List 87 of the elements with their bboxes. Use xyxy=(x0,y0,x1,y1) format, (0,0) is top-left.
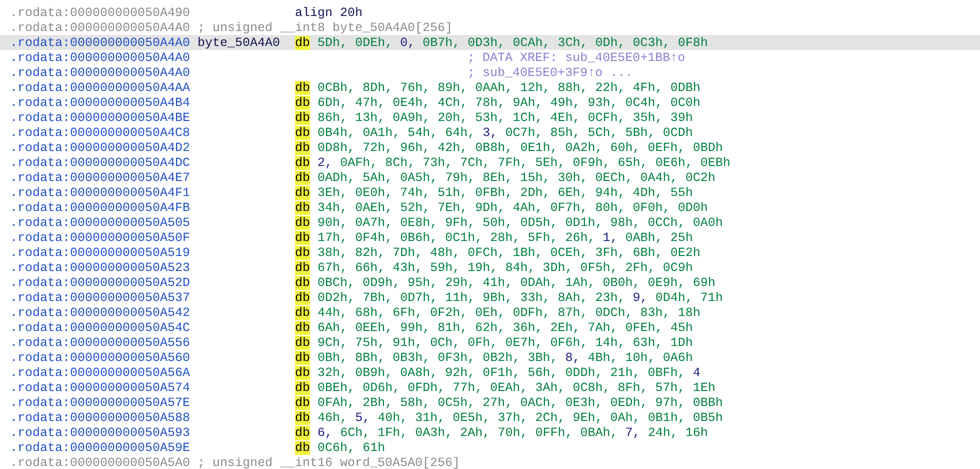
db-directive: db xyxy=(295,426,310,440)
db-directive: db xyxy=(295,246,310,260)
address-text: .rodata:000000000050A4FB xyxy=(10,200,190,214)
byte-values: 6Ah, 0EEh, 99h, 81h, 62h, 36h, 2Eh, 7Ah, 0FEh, 45h xyxy=(318,320,693,334)
byte-values: 44h, 68h, 6Fh, 0F2h, 0Eh, 0DFh, 87h, 0DCh, 83h, 18h xyxy=(318,306,700,320)
address-text: .rodata:000000000050A505 xyxy=(10,216,190,230)
data-label[interactable]: byte_50A4A0 xyxy=(198,36,296,50)
address-text: .rodata:000000000050A560 xyxy=(10,350,190,364)
db-directive: db xyxy=(295,186,310,200)
address-text: .rodata:000000000050A556 xyxy=(10,336,190,350)
address-text: .rodata:000000000050A574 xyxy=(10,380,190,394)
db-directive: db xyxy=(295,350,310,364)
db-directive: db xyxy=(295,366,310,380)
byte-values: 0D8h, 72h, 96h, 42h, 0B8h, 0E1h, 0A2h, 60h, 0EFh, 0BDh xyxy=(318,140,723,154)
byte-values: 0BCh, 0D9h, 95h, 29h, 41h, 0DAh, 1Ah, 0B0h, 0E9h, 69h xyxy=(318,276,716,290)
byte-values: 90h, 0A7h, 0E8h, 9Fh, 50h, 0D5h, 0D1h, 98h, 0CCh, 0A0h xyxy=(318,216,723,230)
db-directive: db xyxy=(295,230,310,244)
db-directive: db xyxy=(295,440,310,454)
db-directive: db xyxy=(295,410,310,424)
address-text: .rodata:000000000050A4DC xyxy=(10,156,190,170)
byte-values: 0D2h, 7Bh, 0D7h, 11h, 9Bh, 33h, 8Ah, 23h, 9, 0D4h, 71h xyxy=(318,290,723,304)
address-text: .rodata:000000000050A56A xyxy=(10,366,190,380)
byte-values: 2, 0AFh, 8Ch, 73h, 7Ch, 7Fh, 5Eh, 0F9h, 65h, 0E6h, 0EBh xyxy=(318,156,730,170)
db-directive: db xyxy=(295,110,310,124)
address-text: .rodata:000000000050A542 xyxy=(10,306,190,320)
address-text: .rodata:000000000050A4A0 xyxy=(10,36,190,50)
byte-values: 0ADh, 5Ah, 0A5h, 79h, 8Eh, 15h, 30h, 0ECh, 0A4h, 0C2h xyxy=(318,170,716,184)
db-directive: db xyxy=(295,140,310,154)
address-text: .rodata:000000000050A52D xyxy=(10,276,190,290)
db-directive: db xyxy=(295,320,310,334)
byte-values: 6, 6Ch, 1Fh, 0A3h, 2Ah, 70h, 0FFh, 0BAh, 7, 24h, 16h xyxy=(318,426,708,440)
db-directive: db xyxy=(295,306,310,320)
db-directive: db xyxy=(295,260,310,274)
type-comment: ; unsigned __int16 word_50A5A0[256] xyxy=(198,456,460,469)
address-text: .rodata:000000000050A54C xyxy=(10,320,190,334)
db-directive: db xyxy=(295,96,310,110)
address-text: .rodata:000000000050A4A0 xyxy=(10,20,190,34)
db-directive: db xyxy=(295,170,310,184)
byte-values: 17h, 0F4h, 0B6h, 0C1h, 28h, 5Fh, 26h, 1, 0ABh, 25h xyxy=(318,230,693,244)
db-directive: db xyxy=(295,200,310,214)
db-directive: db xyxy=(295,126,310,140)
type-comment: ; unsigned __int8 byte_50A4A0[256] xyxy=(198,20,453,34)
address-text: .rodata:000000000050A4BE xyxy=(10,110,190,124)
db-directive: db xyxy=(295,290,310,304)
byte-values: 46h, 5, 40h, 31h, 0E5h, 37h, 2Ch, 9Eh, 0Ah, 0B1h, 0B5h xyxy=(318,410,723,424)
address-text: .rodata:000000000050A4E7 xyxy=(10,170,190,184)
address-text: .rodata:000000000050A4B4 xyxy=(10,96,190,110)
byte-values: 0B4h, 0A1h, 54h, 64h, 3, 0C7h, 85h, 5Ch, 5Bh, 0CDh xyxy=(318,126,693,140)
byte-values: 32h, 0B9h, 0A8h, 92h, 0F1h, 56h, 0DDh, 21h, 0BFh, 4 xyxy=(318,366,700,380)
address-text: .rodata:000000000050A59E xyxy=(10,440,190,454)
address-text: .rodata:000000000050A4A0 xyxy=(10,66,190,80)
address-text: .rodata:000000000050A490 xyxy=(10,6,190,20)
db-directive: db xyxy=(295,80,310,94)
address-text: .rodata:000000000050A4D2 xyxy=(10,140,190,154)
address-text: .rodata:000000000050A4C8 xyxy=(10,126,190,140)
db-directive: db xyxy=(295,156,310,170)
byte-values: 0CBh, 8Dh, 76h, 89h, 0AAh, 12h, 88h, 22h, 4Fh, 0DBh xyxy=(318,80,700,94)
address-text: .rodata:000000000050A523 xyxy=(10,260,190,274)
db-directive: db xyxy=(295,216,310,230)
address-text: .rodata:000000000050A5A0 xyxy=(10,456,190,469)
db-directive: db xyxy=(295,36,310,50)
byte-values: 6Dh, 47h, 0E4h, 4Ch, 78h, 9Ah, 49h, 93h, 0C4h, 0C0h xyxy=(318,96,700,110)
address-text: .rodata:000000000050A588 xyxy=(10,410,190,424)
byte-values: 5Dh, 0DEh, 0, 0B7h, 0D3h, 0CAh, 3Ch, 0Dh, 0C3h, 0F8h xyxy=(318,36,708,50)
address-text: .rodata:000000000050A593 xyxy=(10,426,190,440)
byte-values: 0BEh, 0D6h, 0FDh, 77h, 0EAh, 3Ah, 0C8h, 8Fh, 57h, 1Eh xyxy=(318,380,716,394)
address-text: .rodata:000000000050A57E xyxy=(10,396,190,410)
byte-values: 34h, 0AEh, 52h, 7Eh, 9Dh, 4Ah, 0F7h, 80h, 0F0h, 0D0h xyxy=(318,200,708,214)
byte-values: 0FAh, 2Bh, 58h, 0C5h, 27h, 0ACh, 0E3h, 0EDh, 97h, 0BBh xyxy=(318,396,723,410)
db-directive: db xyxy=(295,380,310,394)
align-directive: align 20h xyxy=(295,6,363,20)
byte-values: 86h, 13h, 0A9h, 20h, 53h, 1Ch, 4Eh, 0CFh, 35h, 39h xyxy=(318,110,693,124)
db-directive: db xyxy=(295,336,310,350)
address-text: .rodata:000000000050A4AA xyxy=(10,80,190,94)
byte-values: 67h, 66h, 43h, 59h, 19h, 84h, 3Dh, 0F5h, 2Fh, 0C9h xyxy=(318,260,693,274)
byte-values: 38h, 82h, 7Dh, 48h, 0FCh, 1Bh, 0CEh, 3Fh, 6Bh, 0E2h xyxy=(318,246,700,260)
db-directive: db xyxy=(295,276,310,290)
byte-values: 9Ch, 75h, 91h, 0Ch, 0Fh, 0E7h, 0F6h, 14h, 63h, 1Dh xyxy=(318,336,693,350)
address-text: .rodata:000000000050A537 xyxy=(10,290,190,304)
address-text: .rodata:000000000050A4F1 xyxy=(10,186,190,200)
address-text: .rodata:000000000050A519 xyxy=(10,246,190,260)
byte-values: 0Bh, 8Bh, 0B3h, 0F3h, 0B2h, 3Bh, 8, 4Bh, 10h, 0A6h xyxy=(318,350,693,364)
address-text: .rodata:000000000050A50F xyxy=(10,230,190,244)
db-directive: db xyxy=(295,396,310,410)
byte-values: 3Eh, 0E0h, 74h, 51h, 0FBh, 2Dh, 6Eh, 94h, 4Dh, 55h xyxy=(318,186,693,200)
byte-values: 0C6h, 61h xyxy=(318,440,386,454)
address-text: .rodata:000000000050A4A0 xyxy=(10,50,190,64)
